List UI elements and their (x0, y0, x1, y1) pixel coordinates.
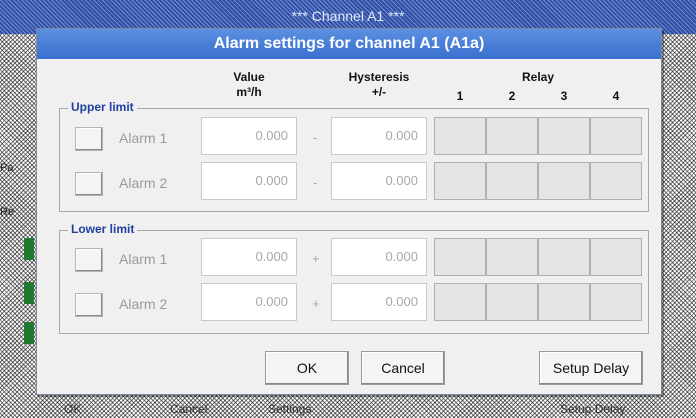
upper-alarm-1-sign: - (313, 130, 318, 145)
upper-alarm-2-sign: - (313, 175, 318, 190)
ok-button[interactable]: OK (265, 351, 349, 385)
upper-alarm-2-checkbox[interactable] (75, 172, 103, 196)
lower-alarm-1-value-input[interactable]: 0.000 (201, 238, 297, 276)
upper-alarm-2-relay-4[interactable] (590, 162, 642, 200)
lower-alarm-1-label: Alarm 1 (119, 251, 168, 267)
lower-alarm-1-relay-4[interactable] (590, 238, 642, 276)
upper-alarm-2-label: Alarm 2 (119, 175, 168, 191)
background-setup-delay-button[interactable]: Setup Delay (560, 402, 625, 416)
lower-alarm-2-checkbox[interactable] (75, 293, 103, 317)
upper-limit-label: Upper limit (68, 100, 137, 114)
dialog-title: Alarm settings for channel A1 (A1a) (213, 35, 485, 52)
lower-alarm-1-hysteresis-input[interactable]: 0.000 (331, 238, 427, 276)
background-settings-button[interactable]: Settings (268, 402, 311, 416)
value-unit-label: m³/h (236, 85, 262, 99)
upper-alarm-2-hysteresis-input[interactable]: 0.000 (331, 162, 427, 200)
lower-alarm-1-relay-3[interactable] (538, 238, 590, 276)
lower-limit-label: Lower limit (68, 222, 138, 236)
background-green-marker (24, 322, 34, 344)
relay-number-3: 3 (560, 89, 568, 103)
hysteresis-header-label: Hysteresis (348, 70, 410, 84)
value-column-header: Value m³/h (201, 70, 297, 100)
relay-number-4: 4 (612, 89, 620, 103)
alarm-settings-dialog: Alarm settings for channel A1 (A1a) Valu… (36, 28, 662, 395)
upper-alarm-1-hysteresis-input[interactable]: 0.000 (331, 117, 427, 155)
lower-alarm-2-relay-2[interactable] (486, 283, 538, 321)
background-side-label-pa: Pa (0, 162, 14, 174)
lower-alarm-1-relay-1[interactable] (434, 238, 486, 276)
background-bottom-bar: OK Cancel Settings Setup Delay (0, 400, 696, 418)
lower-alarm-2-hysteresis-input[interactable]: 0.000 (331, 283, 427, 321)
relay-column-header: Relay (521, 70, 555, 84)
relay-number-1: 1 (456, 89, 464, 103)
cancel-button[interactable]: Cancel (361, 351, 445, 385)
background-cancel-button[interactable]: Cancel (170, 402, 207, 416)
background-side-label-re: Re (0, 206, 15, 218)
upper-alarm-1-value-input[interactable]: 0.000 (201, 117, 297, 155)
background-green-marker (24, 238, 34, 260)
upper-alarm-1-label: Alarm 1 (119, 130, 168, 146)
background-window-title: *** Channel A1 *** (291, 8, 405, 24)
upper-alarm-1-relay-2[interactable] (486, 117, 538, 155)
upper-alarm-2-value-input[interactable]: 0.000 (201, 162, 297, 200)
lower-alarm-1-checkbox[interactable] (75, 248, 103, 272)
upper-alarm-2-relay-1[interactable] (434, 162, 486, 200)
relay-number-2: 2 (508, 89, 516, 103)
value-header-label: Value (233, 70, 265, 84)
lower-alarm-1-relay-2[interactable] (486, 238, 538, 276)
lower-alarm-2-sign: + (312, 296, 320, 311)
setup-delay-button[interactable]: Setup Delay (539, 351, 643, 385)
lower-alarm-2-value-input[interactable]: 0.000 (201, 283, 297, 321)
upper-alarm-2-relay-3[interactable] (538, 162, 590, 200)
upper-alarm-1-relay-1[interactable] (434, 117, 486, 155)
lower-alarm-2-label: Alarm 2 (119, 296, 168, 312)
upper-alarm-1-checkbox[interactable] (75, 127, 103, 151)
dialog-header: Alarm settings for channel A1 (A1a) (37, 29, 661, 59)
upper-alarm-2-relay-2[interactable] (486, 162, 538, 200)
hysteresis-column-header: Hysteresis +/- (331, 70, 427, 100)
lower-alarm-1-sign: + (312, 251, 320, 266)
background-green-marker (24, 282, 34, 304)
background-ok-button[interactable]: OK (64, 402, 81, 416)
lower-alarm-2-relay-1[interactable] (434, 283, 486, 321)
upper-alarm-1-relay-3[interactable] (538, 117, 590, 155)
hysteresis-unit-label: +/- (371, 85, 387, 99)
upper-alarm-1-relay-4[interactable] (590, 117, 642, 155)
lower-alarm-2-relay-4[interactable] (590, 283, 642, 321)
lower-alarm-2-relay-3[interactable] (538, 283, 590, 321)
